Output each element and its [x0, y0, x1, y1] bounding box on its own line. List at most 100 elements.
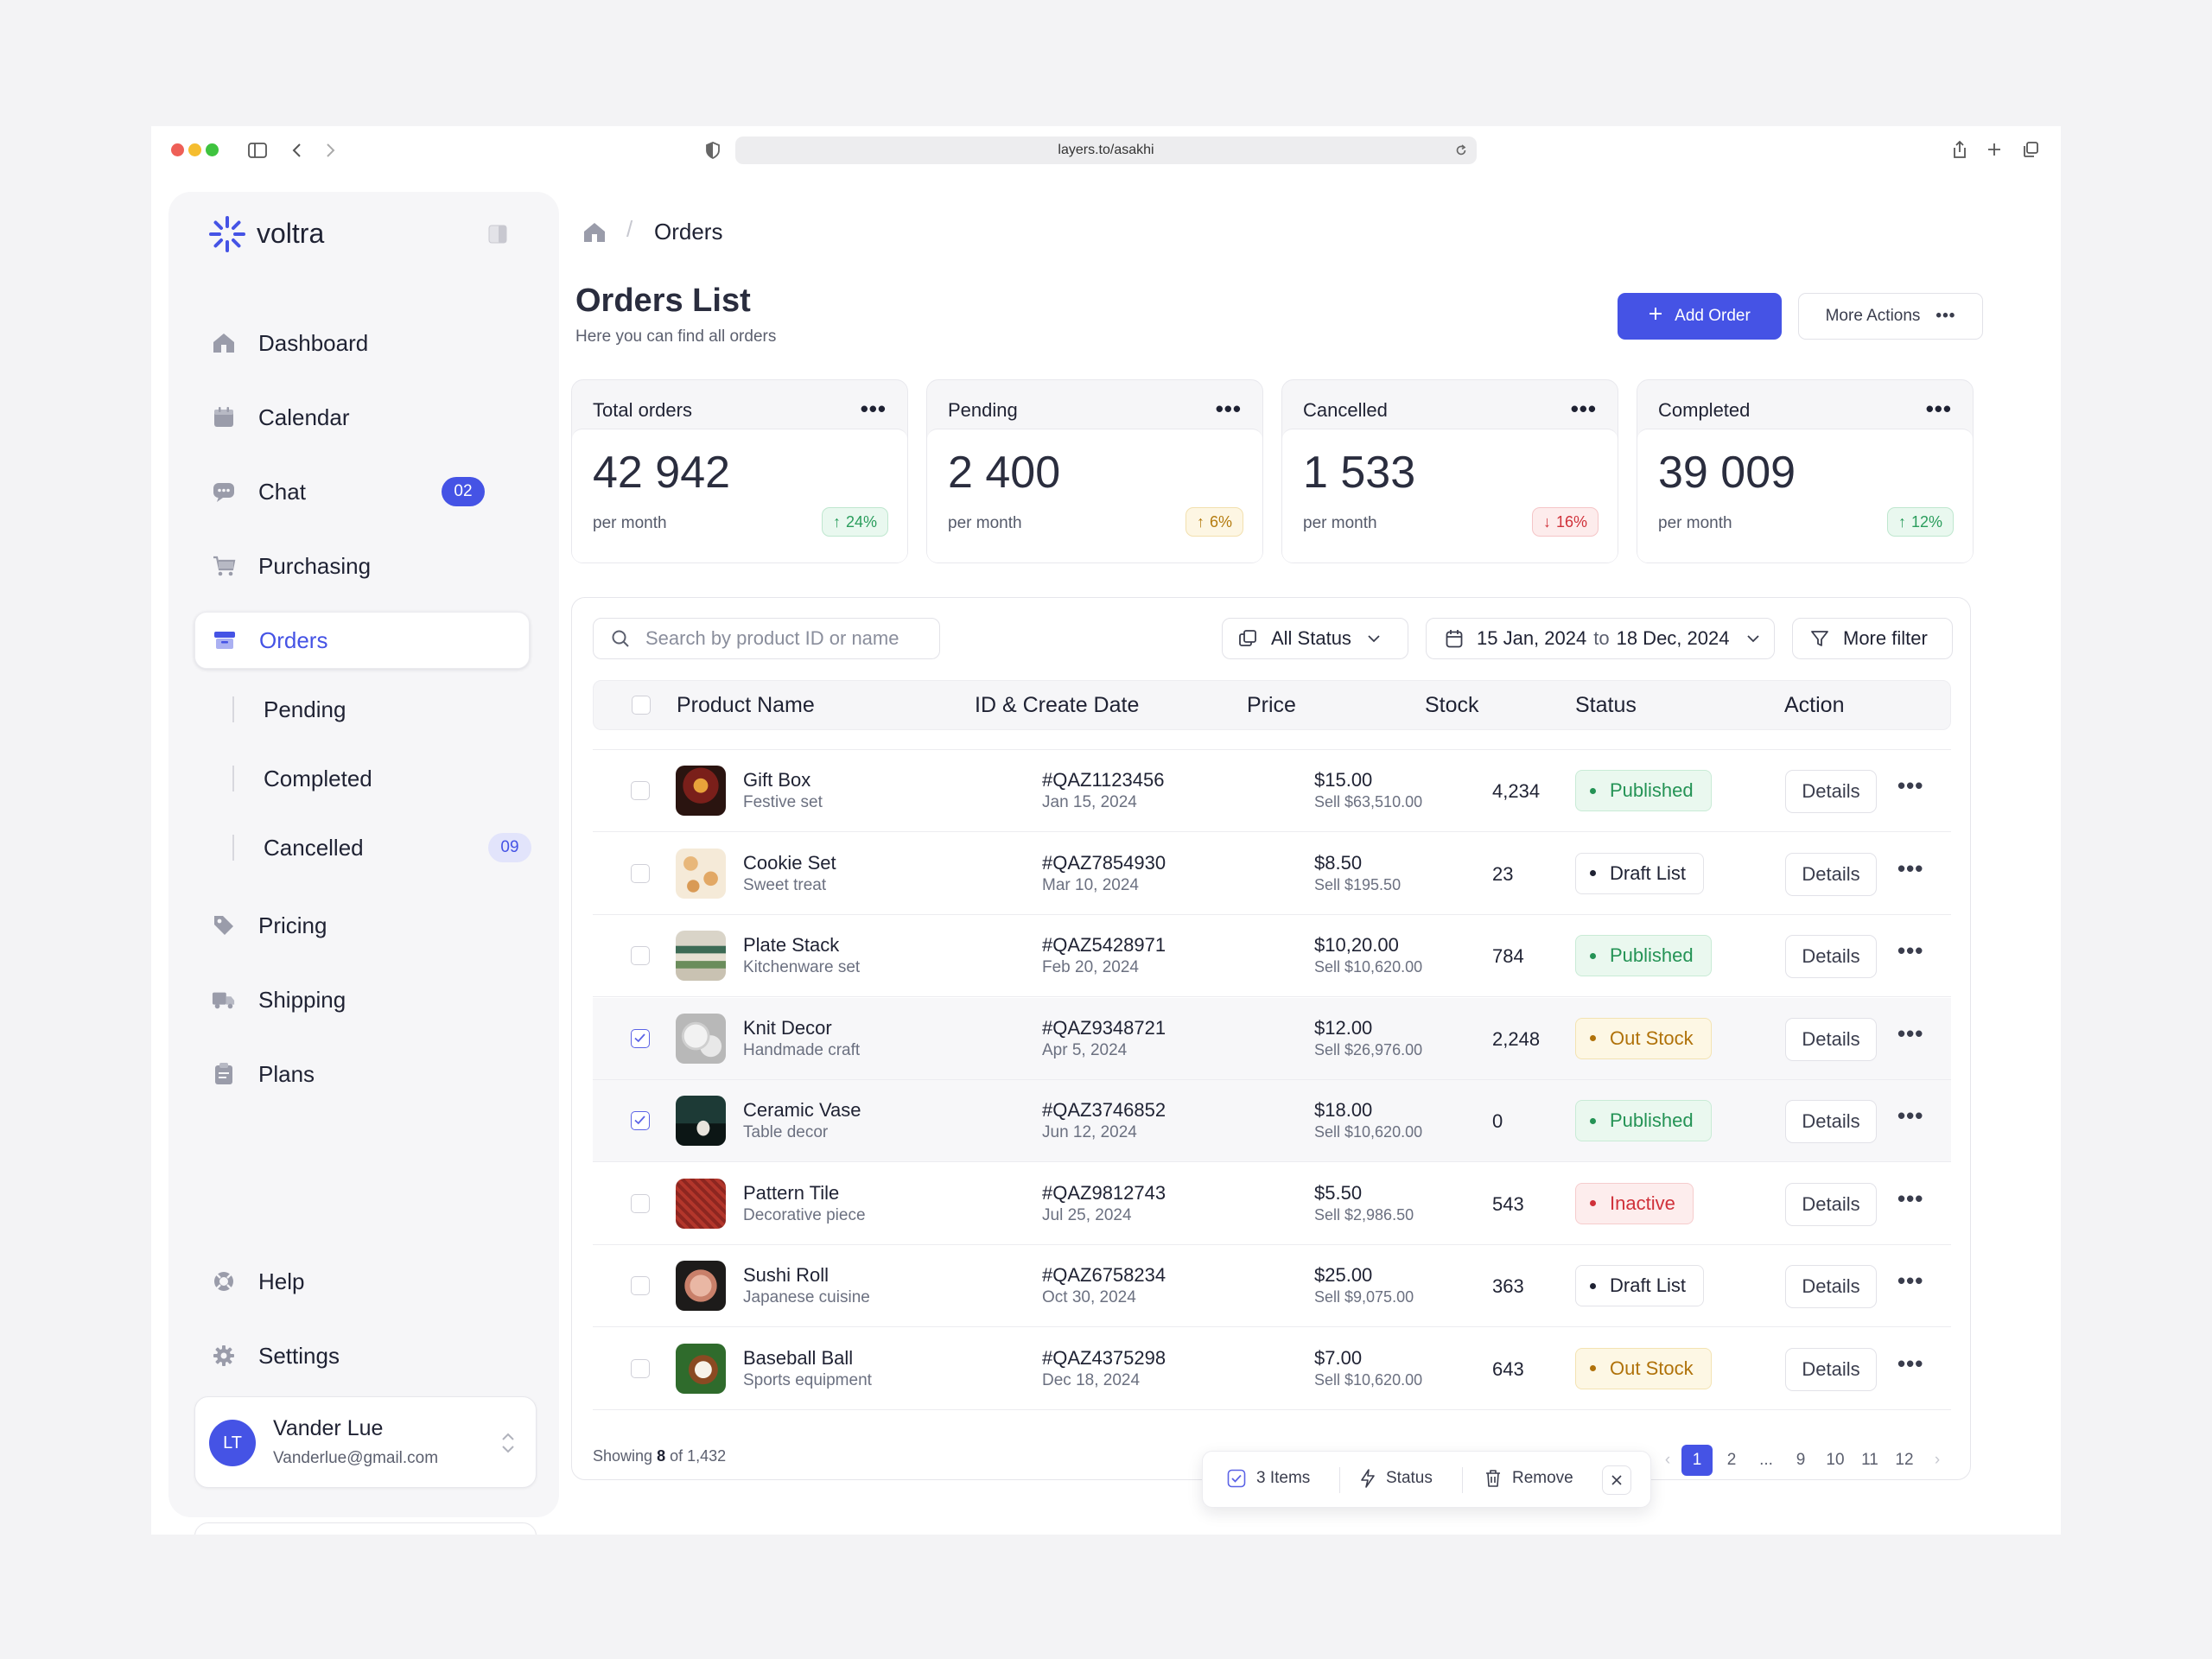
details-button[interactable]: Details: [1785, 770, 1877, 813]
sidebar-item-dashboard[interactable]: Dashboard: [194, 315, 530, 372]
details-button[interactable]: Details: [1785, 935, 1877, 978]
sidebar-item-chat[interactable]: Chat 02: [194, 463, 530, 520]
sidebar-item-shipping[interactable]: Shipping: [194, 971, 530, 1028]
more-filter-button[interactable]: More filter: [1792, 618, 1953, 659]
home-icon[interactable]: [582, 221, 608, 245]
row-checkbox[interactable]: [631, 1193, 650, 1213]
table-row[interactable]: Cookie Set Sweet treat #QAZ7854930 Mar 10, …: [593, 833, 1951, 915]
page-button[interactable]: 1: [1681, 1445, 1713, 1476]
new-tab-icon[interactable]: [1983, 138, 2005, 161]
sidebar-item-help[interactable]: Help: [194, 1253, 530, 1310]
tab-overview-icon[interactable]: [2019, 138, 2042, 161]
column-header[interactable]: Product Name: [677, 693, 815, 718]
sidebar-toggle-icon[interactable]: [247, 140, 268, 161]
row-checkbox[interactable]: [631, 1358, 650, 1378]
product-name[interactable]: Pattern Tile: [743, 1182, 839, 1205]
page-button[interactable]: 10: [1820, 1445, 1851, 1476]
sidebar-item-purchasing[interactable]: Purchasing: [194, 537, 530, 594]
row-checkbox[interactable]: [631, 1028, 650, 1048]
details-button[interactable]: Details: [1785, 1265, 1877, 1308]
sidebar-item-plans[interactable]: Plans: [194, 1046, 530, 1103]
user-profile-card[interactable]: [194, 1522, 537, 1535]
details-button[interactable]: Details: [1785, 1100, 1877, 1143]
column-header[interactable]: Action: [1784, 693, 1844, 718]
date-range-picker[interactable]: 15 Jan, 2024 to 18 Dec, 2024: [1426, 618, 1775, 659]
reload-icon[interactable]: [1451, 140, 1471, 161]
card-menu-icon[interactable]: •••: [1571, 396, 1597, 423]
address-bar[interactable]: layers.to/asakhi: [735, 137, 1477, 164]
page-button[interactable]: 12: [1889, 1445, 1920, 1476]
row-menu-icon[interactable]: •••: [1897, 1185, 1923, 1212]
prev-page-icon[interactable]: ‹: [1652, 1445, 1683, 1476]
table-row[interactable]: Gift Box Festive set #QAZ1123456 Jan 15, 20…: [593, 750, 1951, 832]
next-page-icon[interactable]: ›: [1922, 1445, 1953, 1476]
table-row[interactable]: Knit Decor Handmade craft #QAZ9348721 Apr 5…: [593, 997, 1951, 1080]
column-header[interactable]: ID & Create Date: [975, 693, 1139, 718]
table-row[interactable]: Ceramic Vase Table decor #QAZ3746852 Jun 12…: [593, 1080, 1951, 1162]
status-filter-select[interactable]: All Status: [1222, 618, 1408, 659]
row-menu-icon[interactable]: •••: [1897, 1351, 1923, 1377]
share-icon[interactable]: [1948, 138, 1971, 161]
close-bulk-bar-button[interactable]: [1602, 1465, 1631, 1495]
chevron-up-down-icon[interactable]: [499, 1430, 517, 1456]
product-name[interactable]: Plate Stack: [743, 934, 839, 957]
sidebar-item-calendar[interactable]: Calendar: [194, 389, 530, 446]
table-row[interactable]: Plate Stack Kitchenware set #QAZ5428971 Feb…: [593, 915, 1951, 997]
sidebar-item-orders[interactable]: Orders: [194, 612, 530, 669]
card-menu-icon[interactable]: •••: [1216, 396, 1242, 423]
sidebar-subitem-pending[interactable]: Pending: [232, 685, 346, 734]
row-checkbox[interactable]: [631, 946, 650, 965]
column-header[interactable]: Status: [1575, 693, 1637, 718]
stock: 643: [1492, 1357, 1524, 1380]
maximize-window-button[interactable]: [206, 143, 219, 156]
page-button[interactable]: 11: [1854, 1445, 1885, 1476]
page-button[interactable]: 2: [1716, 1445, 1747, 1476]
product-name[interactable]: Cookie Set: [743, 852, 836, 874]
add-order-button[interactable]: Add Order: [1618, 293, 1782, 340]
sidebar-subitem-cancelled[interactable]: Cancelled 09: [232, 823, 531, 872]
close-window-button[interactable]: [171, 143, 184, 156]
row-checkbox[interactable]: [631, 1111, 650, 1130]
search-input[interactable]: Search by product ID or name: [593, 618, 940, 659]
details-button[interactable]: Details: [1785, 852, 1877, 896]
details-button[interactable]: Details: [1785, 1017, 1877, 1061]
details-button[interactable]: Details: [1785, 1347, 1877, 1391]
row-checkbox[interactable]: [631, 863, 650, 883]
sidebar-subitem-completed[interactable]: Completed: [232, 754, 372, 803]
product-name[interactable]: Ceramic Vase: [743, 1099, 861, 1122]
selected-items-indicator[interactable]: 3 Items: [1227, 1469, 1310, 1488]
back-icon[interactable]: [288, 140, 305, 161]
select-all-checkbox[interactable]: [632, 696, 651, 715]
product-name[interactable]: Sushi Roll: [743, 1264, 829, 1287]
column-header[interactable]: Stock: [1425, 693, 1479, 718]
more-actions-button[interactable]: More Actions •••: [1798, 293, 1983, 340]
row-menu-icon[interactable]: •••: [1897, 1268, 1923, 1294]
row-menu-icon[interactable]: •••: [1897, 1103, 1923, 1129]
user-profile-card[interactable]: LT Vander Lue Vanderlue@gmail.com: [194, 1396, 537, 1488]
bulk-status-button[interactable]: Status: [1360, 1469, 1433, 1488]
sidebar-item-settings[interactable]: Settings: [194, 1327, 530, 1384]
table-row[interactable]: Baseball Ball Sports equipment #QAZ4375298…: [593, 1328, 1951, 1410]
row-checkbox[interactable]: [631, 1276, 650, 1295]
row-menu-icon[interactable]: •••: [1897, 1020, 1923, 1047]
row-menu-icon[interactable]: •••: [1897, 855, 1923, 882]
collapse-sidebar-icon[interactable]: [488, 225, 507, 244]
bulk-remove-button[interactable]: Remove: [1484, 1469, 1573, 1488]
product-name[interactable]: Gift Box: [743, 769, 810, 791]
column-header[interactable]: Price: [1247, 693, 1296, 718]
card-menu-icon[interactable]: •••: [861, 396, 887, 423]
sidebar-item-pricing[interactable]: Pricing: [194, 897, 530, 954]
row-checkbox[interactable]: [631, 781, 650, 800]
page-button[interactable]: 9: [1785, 1445, 1816, 1476]
table-row[interactable]: Sushi Roll Japanese cuisine #QAZ6758234 Oct…: [593, 1245, 1951, 1327]
product-name[interactable]: Knit Decor: [743, 1017, 832, 1039]
card-menu-icon[interactable]: •••: [1926, 396, 1952, 423]
row-menu-icon[interactable]: •••: [1897, 938, 1923, 964]
order-id: #QAZ4375298: [1042, 1346, 1166, 1369]
row-menu-icon[interactable]: •••: [1897, 772, 1923, 799]
product-name[interactable]: Baseball Ball: [743, 1347, 853, 1370]
table-row[interactable]: Pattern Tile Decorative piece #QAZ9812743 J…: [593, 1163, 1951, 1245]
forward-icon[interactable]: [322, 140, 340, 161]
minimize-window-button[interactable]: [188, 143, 201, 156]
details-button[interactable]: Details: [1785, 1182, 1877, 1226]
